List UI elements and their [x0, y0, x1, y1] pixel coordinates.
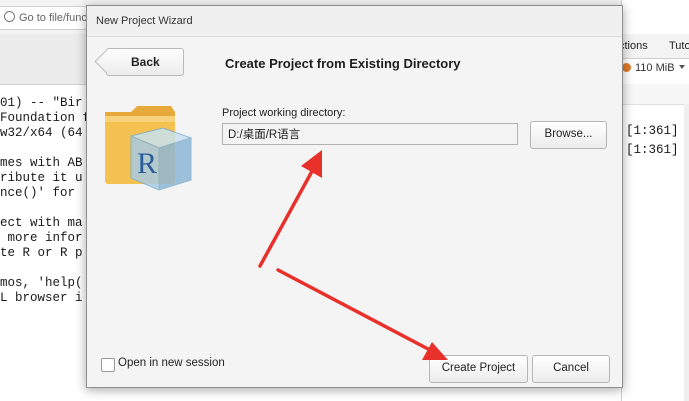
right-pane — [621, 0, 689, 401]
browse-button[interactable]: Browse... — [530, 121, 607, 149]
goto-file-placeholder: Go to file/funct — [19, 12, 87, 24]
console-line: more infor — [0, 231, 83, 245]
console-pane: 01) -- "Bir Foundation f w32/x64 (64 mes wi… — [0, 85, 88, 401]
console-line: L browser i — [0, 291, 83, 305]
back-button[interactable]: Back — [94, 48, 184, 76]
console-line: 01) -- "Bir — [0, 96, 83, 110]
cancel-button[interactable]: Cancel — [532, 355, 610, 383]
console-line: te R or R p — [0, 246, 83, 260]
memory-usage[interactable]: 110 MiB — [622, 62, 685, 74]
console-line: mos, 'help( — [0, 276, 83, 290]
dialog-titlebar: New Project Wizard — [87, 6, 622, 37]
console-line: Foundation f — [0, 111, 88, 125]
new-project-wizard-dialog: New Project Wizard Back Create Project f… — [86, 5, 623, 388]
tab-connections[interactable]: ctions — [619, 40, 648, 52]
console-line: mes with AB — [0, 156, 83, 170]
env-value: [1:361] — [626, 124, 679, 138]
back-arrow-icon — [94, 49, 119, 74]
environment-header — [621, 84, 689, 105]
open-in-new-session-checkbox[interactable] — [101, 358, 115, 372]
console-line: ect with ma — [0, 216, 83, 230]
memory-value: 110 MiB — [635, 62, 675, 74]
goto-file-input[interactable]: Go to file/funct — [0, 6, 87, 30]
env-value: [1:361] — [626, 143, 679, 157]
create-project-button[interactable]: Create Project — [429, 355, 528, 383]
dialog-title: New Project Wizard — [96, 15, 193, 27]
console-header — [0, 34, 88, 85]
page-title: Create Project from Existing Directory — [225, 56, 461, 71]
chevron-down-icon — [678, 65, 685, 69]
tab-tutorial[interactable]: Tuto — [669, 40, 689, 52]
right-pane-tabs: ctions Tuto — [619, 34, 689, 59]
folder-r-project-icon: R — [105, 106, 193, 191]
directory-label: Project working directory: — [222, 107, 346, 119]
console-line: w32/x64 (64 — [0, 126, 83, 140]
console-line: nce()' for — [0, 186, 76, 200]
search-icon — [4, 11, 15, 22]
svg-text:R: R — [137, 147, 157, 180]
directory-input[interactable]: D:/桌面/R语言 — [222, 123, 518, 145]
memory-pie-icon — [622, 63, 631, 72]
console-line: ribute it u — [0, 171, 83, 185]
scrollbar[interactable] — [684, 104, 689, 401]
back-button-label: Back — [131, 55, 160, 69]
open-in-new-session-label[interactable]: Open in new session — [118, 357, 225, 369]
